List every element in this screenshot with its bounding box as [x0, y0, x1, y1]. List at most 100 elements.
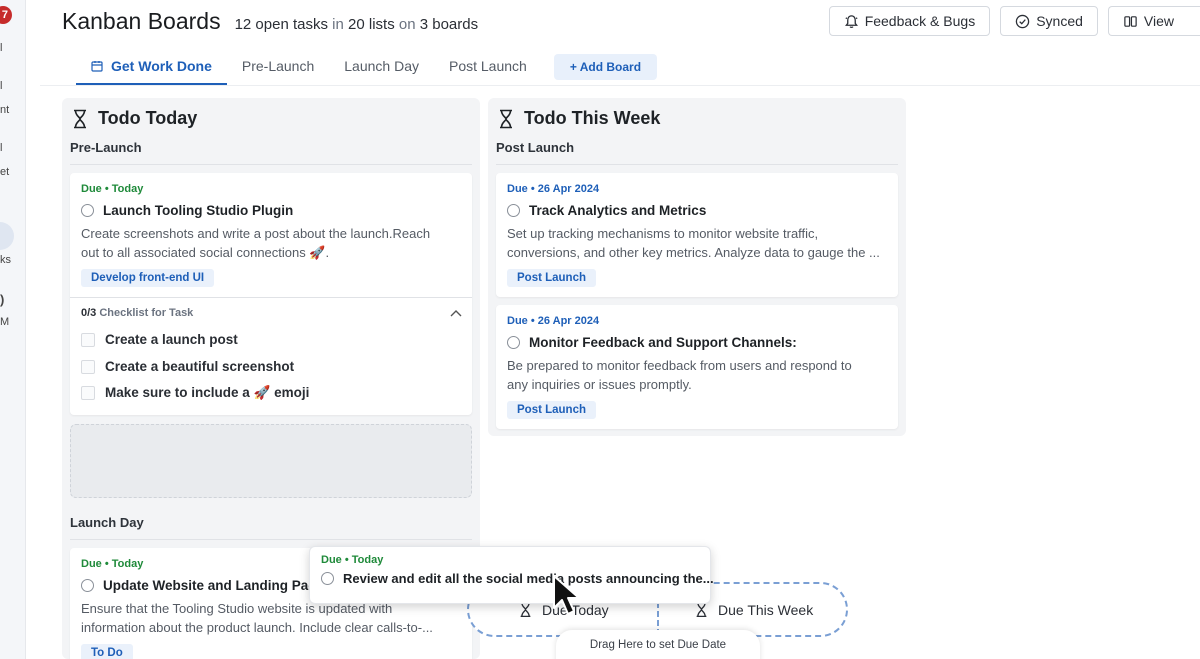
- checklist-count: 0/3: [81, 307, 97, 319]
- tab-label: Get Work Done: [111, 58, 212, 74]
- feedback-button[interactable]: Feedback & Bugs: [828, 6, 991, 36]
- task-card[interactable]: Due • 26 Apr 2024 Track Analytics and Me…: [496, 173, 898, 297]
- due-label: Due • 26 Apr 2024: [507, 183, 600, 195]
- task-tag[interactable]: Post Launch: [507, 269, 597, 287]
- sidebar-active-indicator: [0, 222, 14, 250]
- task-title: Monitor Feedback and Support Channels:: [529, 335, 797, 350]
- tab-get-work-done[interactable]: Get Work Done: [76, 50, 227, 85]
- bell-icon: [844, 14, 858, 28]
- summary-lists: 20 lists: [348, 16, 395, 33]
- hourglass-icon: [500, 109, 512, 128]
- sidebar-fragment[interactable]: ): [0, 292, 4, 307]
- view-label: View: [1143, 13, 1174, 29]
- checkbox[interactable]: [81, 332, 95, 347]
- checklist-item[interactable]: Make sure to include a 🚀 emoji: [81, 385, 309, 401]
- tab-label: Launch Day: [344, 58, 419, 74]
- drop-target-label: Due This Week: [718, 601, 814, 618]
- summary-on: on: [398, 16, 416, 33]
- header: Kanban Boards 12 open tasks in 20 lists …: [40, 0, 1200, 86]
- task-title-row: Monitor Feedback and Support Channels:: [507, 335, 797, 350]
- checklist-item[interactable]: Create a launch post: [81, 332, 238, 347]
- column-title: Todo Today: [98, 108, 198, 128]
- task-title-row: Launch Tooling Studio Plugin: [81, 203, 293, 218]
- check-circle-icon: [1015, 14, 1030, 28]
- task-title-row: Review and edit all the social media pos…: [321, 571, 714, 586]
- summary-tasks: 12 open tasks: [234, 16, 328, 33]
- task-description: Set up tracking mechanisms to monitor we…: [507, 224, 888, 262]
- complete-radio[interactable]: [81, 579, 94, 592]
- checklist-title: 0/3 Checklist for Task: [81, 307, 193, 319]
- board-tabs: Get Work Done Pre-Launch Launch Day Post…: [76, 50, 658, 85]
- hourglass-icon: [74, 109, 86, 128]
- task-title-row: Update Website and Landing Page: [81, 578, 324, 593]
- description-line: conversions, and other key metrics. Anal…: [507, 245, 880, 260]
- description-line: Set up tracking mechanisms to monitor we…: [507, 226, 819, 241]
- drop-target-due-this-week[interactable]: Due This Week: [695, 584, 813, 635]
- description-line: Create screenshots and write a post abou…: [81, 226, 431, 241]
- sidebar-fragment[interactable]: ks: [0, 254, 11, 266]
- group-label: Post Launch: [496, 140, 575, 155]
- header-actions: Feedback & Bugs Synced View: [828, 6, 1200, 36]
- checkbox[interactable]: [81, 386, 95, 400]
- view-button[interactable]: View: [1107, 6, 1200, 36]
- column-todo-this-week: Todo This Week Post Launch Due • 26 Apr …: [488, 98, 906, 436]
- sidebar-fragment[interactable]: l: [0, 42, 2, 54]
- task-card[interactable]: Due • Today Launch Tooling Studio Plugin…: [70, 173, 472, 415]
- sidebar: 7 l l nt l et ks ) M: [0, 0, 26, 659]
- description-line: Be prepared to monitor feedback from use…: [507, 358, 852, 373]
- task-description: Be prepared to monitor feedback from use…: [507, 356, 888, 394]
- drop-placeholder[interactable]: [70, 424, 472, 498]
- task-tag[interactable]: Post Launch: [507, 401, 597, 419]
- tab-label: Post Launch: [448, 58, 527, 74]
- complete-radio[interactable]: [507, 336, 520, 349]
- tab-post-launch[interactable]: Post Launch: [434, 50, 542, 84]
- tab-launch-day[interactable]: Launch Day: [329, 50, 434, 84]
- summary-boards: 3 boards: [419, 16, 479, 33]
- task-title: Update Website and Landing Page: [103, 578, 325, 593]
- checklist-item[interactable]: Create a beautiful screenshot: [81, 359, 294, 374]
- complete-radio[interactable]: [507, 204, 520, 217]
- task-description: Create screenshots and write a post abou…: [81, 224, 462, 262]
- sidebar-fragment[interactable]: l: [0, 80, 2, 92]
- complete-radio[interactable]: [321, 572, 334, 585]
- task-card[interactable]: Due • 26 Apr 2024 Monitor Feedback and S…: [496, 305, 898, 429]
- task-title: Review and edit all the social media pos…: [343, 571, 714, 586]
- summary-in: in: [332, 16, 344, 33]
- column-title: Todo This Week: [524, 108, 661, 128]
- task-tag[interactable]: To Do: [81, 644, 133, 659]
- checkbox[interactable]: [81, 359, 95, 374]
- board-summary: 12 open tasks in 20 lists on 3 boards: [235, 16, 479, 33]
- column-header: Todo This Week: [498, 108, 660, 129]
- group-divider: [496, 164, 898, 165]
- page-title: Kanban Boards: [62, 8, 221, 34]
- checklist-item-label: Create a launch post: [105, 332, 238, 347]
- card-divider: [70, 297, 472, 298]
- sidebar-fragment[interactable]: et: [0, 166, 9, 178]
- group-label: Launch Day: [70, 515, 144, 530]
- sidebar-fragment[interactable]: l: [0, 142, 2, 154]
- chevron-up-icon[interactable]: [450, 309, 462, 317]
- sidebar-fragment[interactable]: M: [0, 316, 9, 328]
- mouse-cursor-icon: [553, 575, 580, 615]
- checklist-item-label: Make sure to include a 🚀 emoji: [105, 385, 310, 400]
- title-row: Kanban Boards 12 open tasks in 20 lists …: [62, 8, 478, 35]
- task-description: Ensure that the Tooling Studio website i…: [81, 599, 462, 637]
- task-tag[interactable]: Develop front-end UI: [81, 269, 215, 287]
- add-board-label: + Add Board: [569, 60, 642, 74]
- sidebar-fragment[interactable]: nt: [0, 104, 9, 116]
- checklist-header[interactable]: 0/3 Checklist for Task: [81, 307, 462, 319]
- group-divider: [70, 164, 472, 165]
- synced-label: Synced: [1036, 13, 1083, 29]
- task-title-row: Track Analytics and Metrics: [507, 203, 706, 218]
- add-board-button[interactable]: + Add Board: [553, 54, 658, 80]
- feedback-label: Feedback & Bugs: [864, 13, 976, 29]
- description-line: out to all associated social connections…: [81, 245, 330, 260]
- dragged-task-card[interactable]: Due • Today Review and edit all the soci…: [309, 546, 714, 604]
- tab-pre-launch[interactable]: Pre-Launch: [227, 50, 329, 84]
- notification-badge[interactable]: 7: [0, 6, 12, 24]
- description-line: information about the product launch. In…: [81, 620, 433, 635]
- checklist-label: Checklist for Task: [99, 307, 194, 319]
- tab-label: Pre-Launch: [241, 58, 315, 74]
- synced-button[interactable]: Synced: [1000, 6, 1098, 36]
- complete-radio[interactable]: [81, 204, 94, 217]
